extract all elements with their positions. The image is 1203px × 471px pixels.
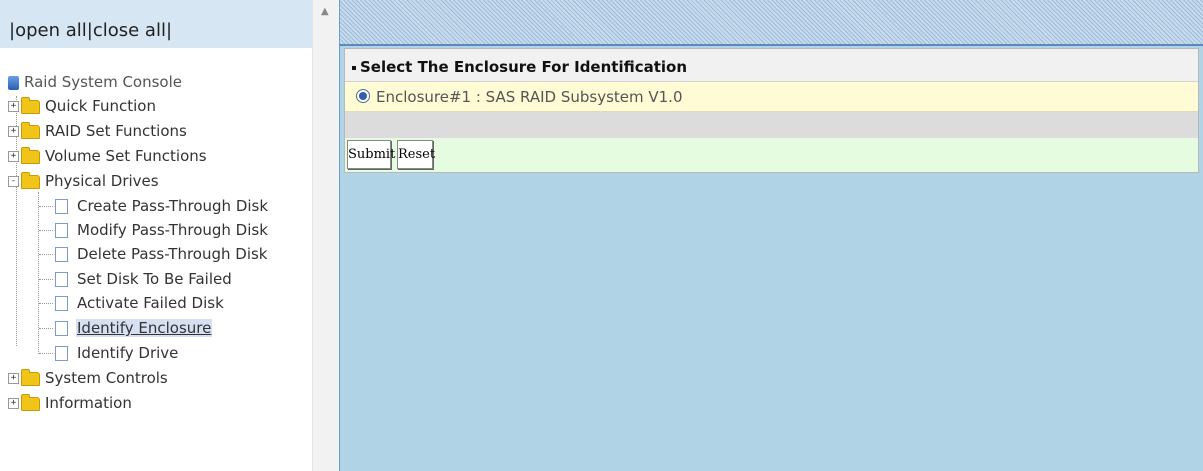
tree-connector [39,230,53,231]
tree-root[interactable]: Raid System Console [8,71,182,93]
expand-icon[interactable]: + [8,126,19,137]
form-title: Select The Enclosure For Identification [345,49,1198,82]
expand-icon[interactable]: + [8,398,19,409]
tree-leaf-set-disk-to-be-failed[interactable]: Set Disk To Be Failed [39,268,233,290]
tree-connector [39,206,53,207]
page-icon [55,321,68,336]
tree-connector [39,303,53,304]
tree-item-information[interactable]: + Information [8,392,132,414]
content-frame: Select The Enclosure For Identification … [339,0,1203,471]
submit-button[interactable]: Submit [347,140,395,169]
folder-icon [21,121,40,139]
tree-controls: |open all|close all| [9,20,173,41]
tree-connector [39,328,53,329]
tree-scrollbar[interactable]: ▲ [312,0,340,471]
open-all-link[interactable]: open all [15,20,87,41]
tree-leaf-label-selected: Identify Enclosure [76,319,213,337]
tree-connector [39,279,53,280]
collapse-icon[interactable]: - [8,176,19,187]
tree-item-volume-set-functions[interactable]: + Volume Set Functions [8,145,207,167]
tree-leaf-label: Identify Drive [77,344,179,362]
expand-icon[interactable]: + [8,151,19,162]
page-icon [55,272,68,287]
expand-icon[interactable]: + [8,373,19,384]
navigation-frame: |open all|close all| Raid System Console… [0,0,340,471]
bullet-icon [352,65,356,70]
content-header-band [340,0,1203,46]
tree-leaf-label: Activate Failed Disk [77,294,224,312]
close-all-link[interactable]: close all [93,20,166,41]
tree-leaf-modify-pass-through-disk[interactable]: Modify Pass-Through Disk [39,219,269,241]
form-spacer-row [345,112,1198,138]
page-icon [55,296,68,311]
page-icon [55,247,68,262]
tree-item-system-controls[interactable]: + System Controls [8,367,168,389]
enclosure-radio-button[interactable] [356,89,370,103]
open-folder-icon [21,171,40,189]
folder-icon [21,393,40,411]
tree-leaf-create-pass-through-disk[interactable]: Create Pass-Through Disk [39,195,269,217]
folder-icon [21,146,40,164]
expand-icon[interactable]: + [8,101,19,112]
tree-leaf-label: Modify Pass-Through Disk [77,221,268,239]
tree-item-label: System Controls [45,369,168,387]
tree-leaf-label: Delete Pass-Through Disk [77,245,268,263]
tree-item-label: Volume Set Functions [45,147,207,165]
form-title-text: Select The Enclosure For Identification [360,58,688,76]
folder-icon [21,368,40,386]
tree-leaf-activate-failed-disk[interactable]: Activate Failed Disk [39,292,225,314]
tree-connector [39,353,53,354]
tree-leaf-label: Set Disk To Be Failed [77,270,232,288]
folder-icon [21,96,40,114]
tree-leaf-delete-pass-through-disk[interactable]: Delete Pass-Through Disk [39,243,269,265]
enclosure-option-row[interactable]: Enclosure#1 : SAS RAID Subsystem V1.0 [345,82,1198,112]
page-icon [55,346,68,361]
tree-item-quick-function[interactable]: + Quick Function [8,95,156,117]
tree-leaf-label: Create Pass-Through Disk [77,197,269,215]
page-icon [55,223,68,238]
form-button-row: Submit Reset [345,138,1198,172]
enclosure-selection-form: Select The Enclosure For Identification … [344,48,1199,173]
tree-leaf-identify-drive[interactable]: Identify Drive [39,342,179,364]
scroll-up-icon[interactable]: ▲ [321,6,329,17]
tree-root-label: Raid System Console [24,73,182,91]
reset-button[interactable]: Reset [397,140,435,169]
tree-item-label: RAID Set Functions [45,122,187,140]
page-icon [55,199,68,214]
tree-item-raid-set-functions[interactable]: + RAID Set Functions [8,120,187,142]
tree-item-physical-drives[interactable]: - Physical Drives [8,170,159,192]
raid-console-icon [8,75,19,90]
tree-controls-header: |open all|close all| [0,0,312,48]
tree-connector [39,254,53,255]
tree-item-label: Quick Function [45,97,156,115]
tree-item-label: Information [45,394,132,412]
tree-leaf-identify-enclosure[interactable]: Identify Enclosure [39,317,213,339]
tree-item-label: Physical Drives [45,172,159,190]
enclosure-option-label: Enclosure#1 : SAS RAID Subsystem V1.0 [376,88,683,106]
